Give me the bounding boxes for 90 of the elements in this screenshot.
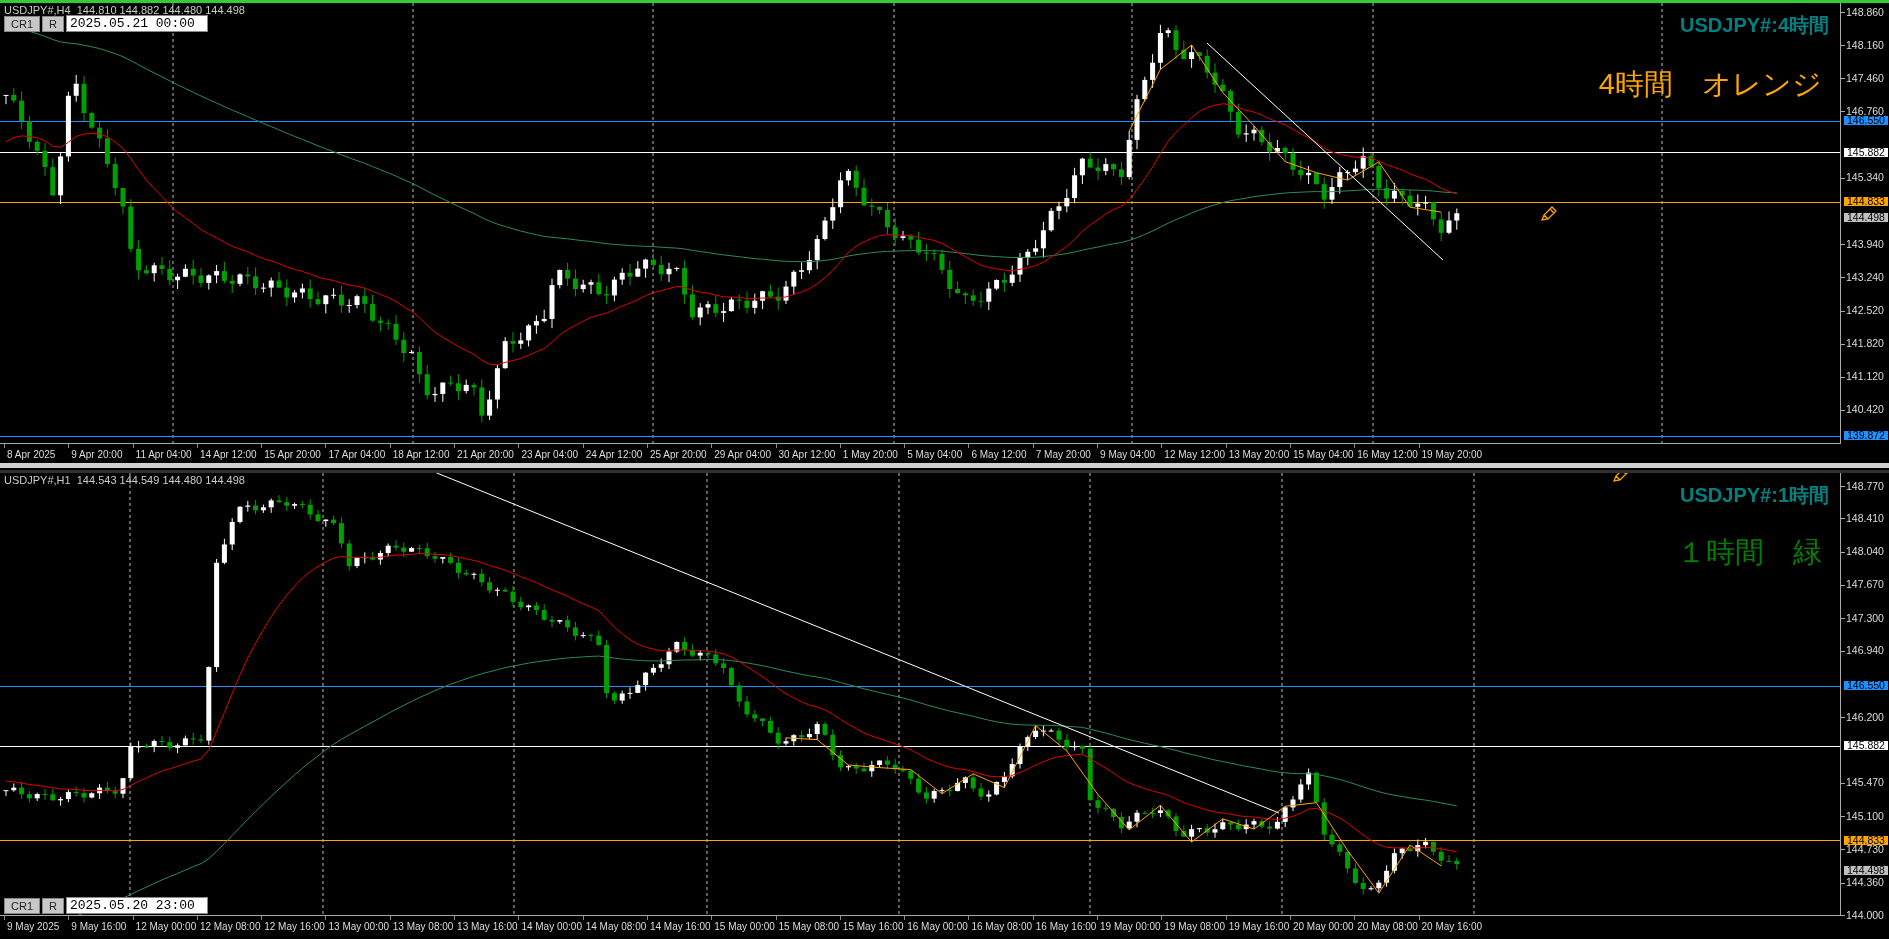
price-label: 144.833 (1844, 835, 1888, 845)
price-label: 145.882 (1844, 147, 1888, 157)
price-tick: 144.360 (1846, 878, 1884, 888)
price-tick: 147.460 (1846, 73, 1884, 83)
price-tick: 142.520 (1846, 306, 1884, 316)
time-label: 20 May 16:00 (1421, 921, 1483, 933)
price-tick: 146.940 (1846, 646, 1884, 656)
time-label: 14 May 08:00 (585, 921, 647, 933)
time-label: 9 Apr 20:00 (71, 449, 123, 461)
time-label: 20 May 08:00 (1357, 921, 1418, 933)
time-label: 15 May 16:00 (842, 921, 904, 933)
price-tick: 147.300 (1846, 613, 1884, 623)
time-label: 9 May 2025 (7, 921, 60, 933)
price-tick: 144.730 (1846, 844, 1884, 854)
time-label: 30 Apr 12:00 (778, 449, 836, 461)
chart-note: １時間 緑 (1677, 535, 1822, 570)
time-label: 12 May 00:00 (135, 921, 197, 933)
time-label: 25 Apr 20:00 (649, 449, 707, 461)
time-label: 11 Apr 04:00 (135, 449, 192, 461)
price-tick: 143.240 (1846, 272, 1884, 282)
time-label: 12 May 12:00 (1164, 449, 1225, 461)
time-label: 12 May 08:00 (199, 921, 261, 933)
chart-title: USDJPY#:1時間 (1680, 483, 1829, 508)
time-label: 16 May 08:00 (971, 921, 1033, 933)
time-label: 1 May 20:00 (842, 449, 898, 461)
price-tick: 141.820 (1846, 339, 1884, 349)
time-label: 13 May 20:00 (1228, 449, 1290, 461)
price-tick: 148.770 (1846, 481, 1884, 491)
time-label: 12 May 16:00 (264, 921, 325, 933)
chart-button[interactable]: CR1 (4, 15, 40, 32)
chart-button[interactable]: R (42, 15, 64, 32)
time-label: 17 Apr 04:00 (328, 449, 386, 461)
chart-title: USDJPY#:4時間 (1680, 13, 1829, 38)
time-label: 13 May 08:00 (392, 921, 454, 933)
time-label: 21 Apr 20:00 (457, 449, 514, 461)
time-label: 19 May 20:00 (1421, 449, 1483, 461)
price-tick: 148.410 (1846, 513, 1884, 523)
price-label: 144.498 (1844, 865, 1888, 875)
time-label: 13 May 16:00 (457, 921, 518, 933)
time-label: 13 May 00:00 (328, 921, 390, 933)
time-label: 24 Apr 12:00 (585, 449, 643, 461)
time-label: 20 May 00:00 (1292, 921, 1354, 933)
time-label: 6 May 12:00 (971, 449, 1027, 461)
price-tick: 148.160 (1846, 40, 1884, 50)
date-field[interactable]: 2025.05.20 23:00 (65, 897, 208, 914)
price-tick: 148.860 (1846, 7, 1884, 17)
chart-button[interactable]: CR1 (4, 897, 40, 914)
time-label: 9 May 04:00 (1100, 449, 1156, 461)
time-label: 15 Apr 20:00 (264, 449, 321, 461)
price-label: 145.882 (1844, 741, 1888, 751)
price-tick: 148.040 (1846, 547, 1884, 557)
price-label: 139.872 (1844, 431, 1888, 441)
time-label: 29 Apr 04:00 (714, 449, 771, 461)
date-field[interactable]: 2025.05.21 00:00 (65, 15, 208, 32)
price-tick: 144.000 (1846, 910, 1884, 920)
time-label: 19 May 08:00 (1164, 921, 1225, 933)
time-label: 9 May 16:00 (71, 921, 127, 933)
chart-note: 4時間 オレンジ (1598, 67, 1822, 102)
time-label: 5 May 04:00 (907, 449, 963, 461)
chart-header: USDJPY#,H4 144.810 144.882 144.480 144.498 (4, 4, 245, 16)
price-tick: 141.120 (1846, 372, 1884, 382)
price-tick: 145.470 (1846, 778, 1884, 788)
time-label: 16 May 00:00 (907, 921, 968, 933)
price-tick: 145.100 (1846, 811, 1884, 821)
time-label: 15 May 04:00 (1292, 449, 1354, 461)
time-label: 19 May 16:00 (1228, 921, 1290, 933)
time-label: 15 May 08:00 (778, 921, 840, 933)
price-tick: 140.420 (1846, 405, 1884, 415)
time-label: 8 Apr 2025 (7, 449, 56, 461)
price-tick: 146.200 (1846, 712, 1884, 722)
time-label: 14 Apr 12:00 (199, 449, 257, 461)
time-label: 14 May 16:00 (649, 921, 711, 933)
price-label: 144.833 (1844, 197, 1888, 207)
time-label: 16 May 12:00 (1357, 449, 1418, 461)
chart-button[interactable]: R (42, 897, 64, 914)
price-tick: 146.760 (1846, 106, 1884, 116)
time-label: 16 May 16:00 (1035, 921, 1097, 933)
time-label: 15 May 00:00 (714, 921, 775, 933)
time-label: 18 Apr 12:00 (392, 449, 450, 461)
time-label: 23 Apr 04:00 (521, 449, 579, 461)
price-label: 146.550 (1844, 681, 1888, 691)
price-label: 144.498 (1844, 213, 1888, 223)
price-label: 146.550 (1844, 116, 1888, 126)
time-label: 7 May 20:00 (1035, 449, 1091, 461)
chart-header: USDJPY#,H1 144.543 144.549 144.480 144.498 (4, 474, 245, 486)
time-label: 14 May 00:00 (521, 921, 582, 933)
price-tick: 147.670 (1846, 580, 1884, 590)
price-tick: 145.340 (1846, 173, 1884, 183)
price-tick: 143.940 (1846, 239, 1884, 249)
time-label: 19 May 00:00 (1100, 921, 1161, 933)
